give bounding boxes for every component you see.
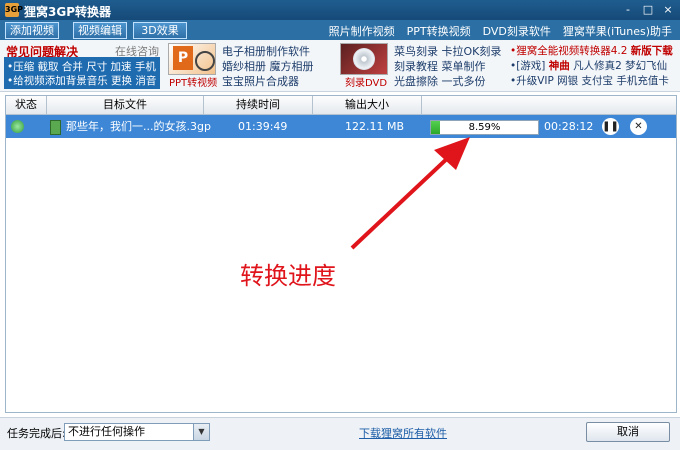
footer-bar: 任务完成后: 不进行任何操作 ▼ 下载狸窝所有软件 取消: [0, 417, 680, 450]
after-task-select[interactable]: 不进行任何操作 ▼: [64, 423, 210, 441]
annotation-arrow-shaft: [350, 152, 454, 250]
after-task-label: 任务完成后:: [7, 427, 66, 440]
download-all-software-link[interactable]: 下载狸窝所有软件: [359, 425, 447, 441]
annotation-text: 转换进度: [240, 262, 336, 290]
cancel-button[interactable]: 取消: [586, 422, 670, 442]
annotation-arrow: [350, 137, 470, 250]
chevron-down-icon[interactable]: ▼: [193, 424, 209, 440]
after-task-value: 不进行任何操作: [68, 425, 145, 438]
